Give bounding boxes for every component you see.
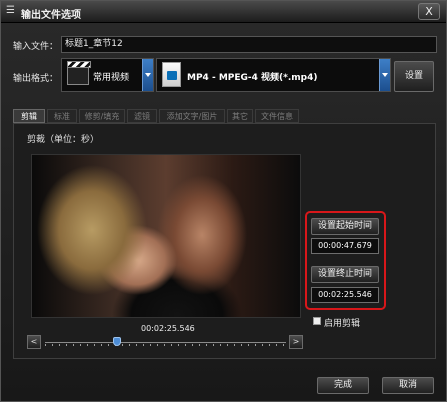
mp4-file-icon <box>162 62 181 87</box>
timeline-ticks <box>45 344 286 346</box>
output-format-label: 输出格式： <box>13 74 59 84</box>
chevron-down-icon[interactable] <box>379 59 390 91</box>
format-dropdown[interactable]: MP4 - MPEG-4 视频(*.mp4) <box>156 58 391 92</box>
cancel-button[interactable]: 取消 <box>382 377 434 394</box>
format-value: MP4 - MPEG-4 视频(*.mp4) <box>187 73 318 83</box>
tab-other[interactable]: 其它 <box>227 109 253 123</box>
set-start-time-button[interactable]: 设置起始时间 <box>311 218 379 235</box>
tab-filter[interactable]: 滤镜 <box>127 109 157 123</box>
format-category-value: 常用视频 <box>93 73 130 83</box>
end-time-field[interactable]: 00:02:25.546 <box>311 287 379 303</box>
title-bar: ☰ 输出文件选项 X <box>1 1 446 23</box>
set-end-time-button[interactable]: 设置终止时间 <box>311 266 379 283</box>
enable-clip-label: 启用剪辑 <box>324 319 361 329</box>
tab-add-text-image[interactable]: 添加文字/图片 <box>159 109 225 123</box>
dialog-title: 输出文件选项 <box>21 10 81 21</box>
format-settings-button[interactable]: 设置 <box>394 61 434 92</box>
clip-group-label: 剪裁（单位：秒） <box>27 135 100 145</box>
tab-file-info[interactable]: 文件信息 <box>255 109 299 123</box>
video-preview <box>31 154 301 318</box>
timeline-track[interactable] <box>45 342 286 343</box>
start-time-field[interactable]: 00:00:47.679 <box>311 238 379 254</box>
prev-frame-button[interactable]: < <box>27 335 41 349</box>
done-button[interactable]: 完成 <box>317 377 369 394</box>
menu-icon[interactable]: ☰ <box>6 5 18 17</box>
chevron-down-icon[interactable] <box>142 59 153 91</box>
tab-standard[interactable]: 标准 <box>47 109 77 123</box>
input-file-field[interactable]: 标题1_章节12 <box>61 36 437 53</box>
tab-trim-pad[interactable]: 修剪/填充 <box>79 109 125 123</box>
format-category-dropdown[interactable]: 常用视频 <box>61 58 154 92</box>
input-file-label: 输入文件： <box>13 42 59 52</box>
close-button[interactable]: X <box>418 3 440 20</box>
clapperboard-icon <box>67 61 91 85</box>
enable-clip-checkbox[interactable] <box>313 317 321 325</box>
tab-clip[interactable]: 剪辑 <box>13 109 45 123</box>
current-time-readout: 00:02:25.546 <box>141 324 195 333</box>
output-options-dialog: ☰ 输出文件选项 X 输入文件： 标题1_章节12 输出格式： 常用视频 MP4… <box>0 0 447 402</box>
next-frame-button[interactable]: > <box>289 335 303 349</box>
